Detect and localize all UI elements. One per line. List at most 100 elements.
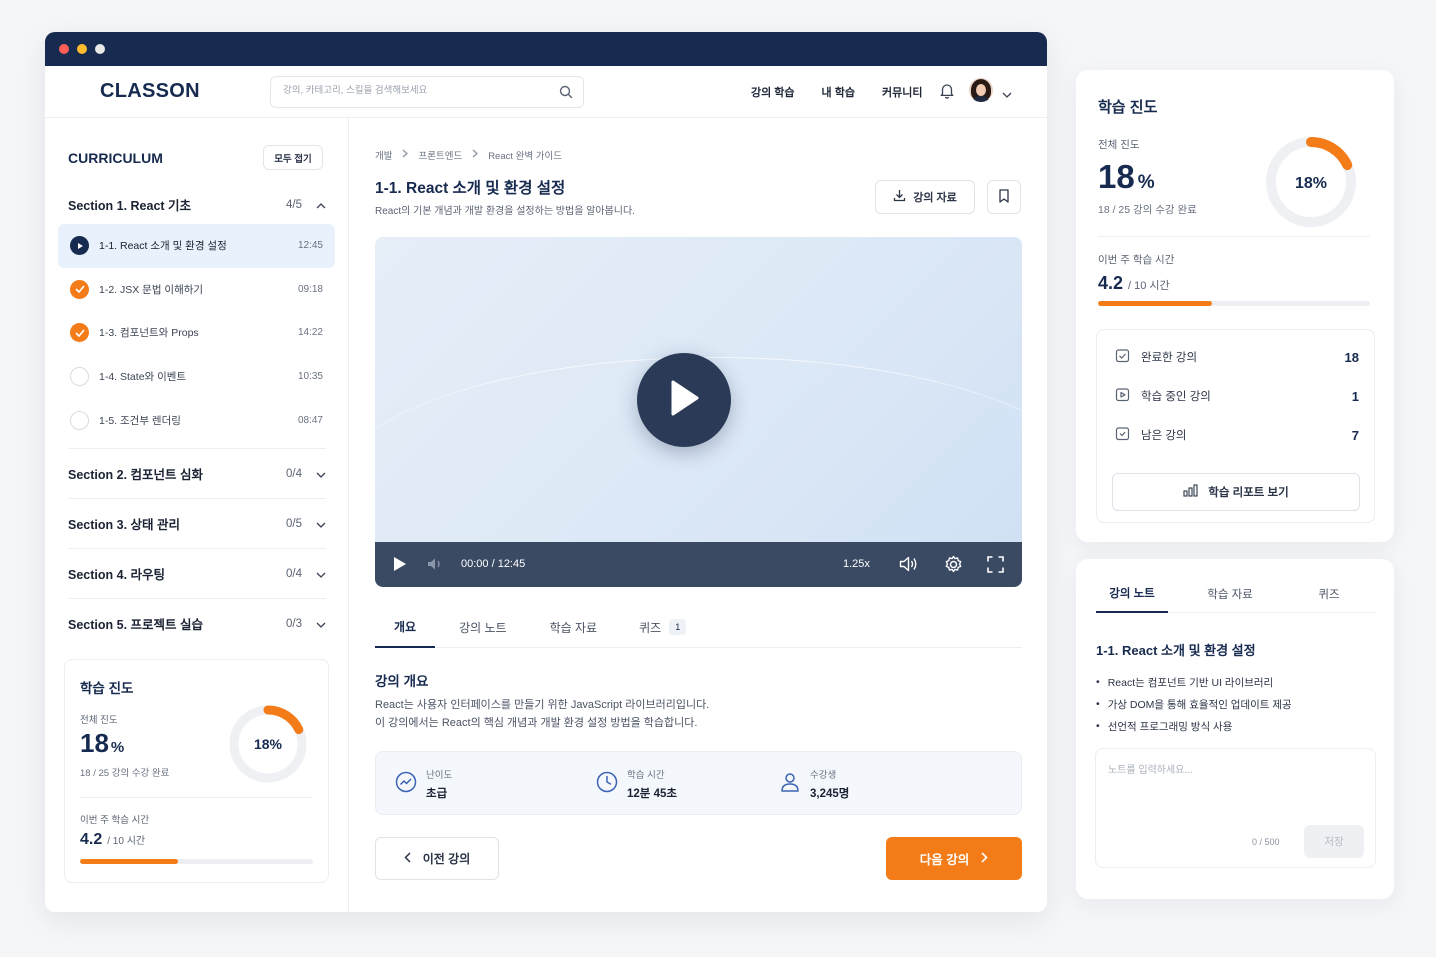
next-lesson-button[interactable]: 다음 강의 <box>886 837 1022 880</box>
play-icon[interactable] <box>393 556 407 577</box>
stat-value: 18 <box>1344 349 1359 365</box>
section-count: 0/4 <box>286 567 302 580</box>
section-header-4[interactable]: Section 4. 라우팅 0/4 <box>68 548 326 598</box>
clock-icon <box>596 771 618 798</box>
play-icon <box>667 379 701 422</box>
info-label: 난이도 <box>426 770 453 781</box>
app-window: CLASSON 강의 학습 내 학습 커뮤니티 CURRICULUM 모두 접기… <box>45 32 1047 912</box>
info-label: 학습 시간 <box>627 770 665 781</box>
lesson-item-1-3[interactable]: 1-3. 컴포넌트와 Props 14:22 <box>58 311 335 355</box>
minimize-window-dot[interactable] <box>77 44 87 54</box>
progress-donut: 18% <box>1266 137 1356 227</box>
fullscreen-icon[interactable] <box>987 556 1004 578</box>
stat-value: 1 <box>1351 388 1359 404</box>
video-player[interactable]: 00:00 / 12:45 1.25x <box>375 237 1022 587</box>
window-titlebar <box>45 32 1047 66</box>
nav-link-community[interactable]: 커뮤니티 <box>882 84 922 100</box>
lesson-title: 1-3. 컴포넌트와 Props <box>99 327 199 340</box>
info-duration: 학습 시간 12분 45초 <box>596 767 677 801</box>
note-char-count: 0 / 500 <box>1252 837 1280 847</box>
play-button[interactable] <box>637 353 731 447</box>
check-box-icon <box>1115 348 1130 366</box>
note-item: React는 컴포넌트 기반 UI 라이브러리 <box>1096 671 1292 693</box>
materials-button-label: 강의 자료 <box>913 192 957 204</box>
stat-completed: 완료한 강의 18 <box>1115 348 1359 366</box>
lesson-duration: 14:22 <box>297 327 323 339</box>
tab-materials[interactable]: 학습 자료 <box>1194 575 1266 613</box>
bar-chart-icon <box>1183 484 1198 500</box>
week-time-value: 4.2/ 10 시간 <box>80 831 146 848</box>
nav-link-my-learning[interactable]: 내 학습 <box>822 84 855 100</box>
note-item: 가상 DOM을 통해 효율적인 업데이트 제공 <box>1096 693 1292 715</box>
section-header-1[interactable]: Section 1. React 기초 4/5 <box>68 195 326 214</box>
next-lesson-label: 다음 강의 <box>919 853 970 867</box>
nav-link-courses[interactable]: 강의 학습 <box>751 84 795 100</box>
save-note-button[interactable]: 저장 <box>1304 825 1364 858</box>
stat-label: 학습 중인 강의 <box>1141 391 1211 403</box>
avatar[interactable] <box>969 78 993 102</box>
search-icon[interactable] <box>559 85 573 104</box>
lesson-duration: 12:45 <box>297 240 323 252</box>
view-report-button[interactable]: 학습 리포트 보기 <box>1112 473 1360 511</box>
note-editor: 0 / 500 저장 <box>1095 748 1376 868</box>
check-icon <box>70 323 89 343</box>
maximize-window-dot[interactable] <box>95 44 105 54</box>
gear-icon[interactable] <box>944 555 963 579</box>
section-header-3[interactable]: Section 3. 상태 관리 0/5 <box>68 498 326 548</box>
lesson-duration: 09:18 <box>297 283 323 295</box>
overview-text: React는 사용자 인터페이스를 만들기 위한 JavaScript 라이브러… <box>375 696 709 732</box>
notes-tabs: 강의 노트 학습 자료 퀴즈 <box>1096 575 1377 613</box>
breadcrumb-item[interactable]: React 완벽 가이드 <box>488 148 562 162</box>
search-bar <box>270 76 584 108</box>
overview-line: React는 사용자 인터페이스를 만들기 위한 JavaScript 라이브러… <box>375 699 710 711</box>
completed-lessons-text: 18 / 25 강의 수강 완료 <box>80 768 170 779</box>
tab-quiz[interactable]: 퀴즈 <box>1293 575 1365 613</box>
close-window-dot[interactable] <box>59 44 69 54</box>
lesson-item-1-2[interactable]: 1-2. JSX 문법 이해하기 09:18 <box>58 268 335 312</box>
progress-donut: 18% <box>229 705 307 783</box>
playback-speed[interactable]: 1.25x <box>843 558 870 570</box>
lesson-item-1-1[interactable]: 1-1. React 소개 및 환경 설정 12:45 <box>58 224 335 268</box>
note-item: 선언적 프로그래밍 방식 사용 <box>1096 715 1292 737</box>
tab-materials[interactable]: 학습 자료 <box>530 606 618 648</box>
notes-card: 강의 노트 학습 자료 퀴즈 1-1. React 소개 및 환경 설정 Rea… <box>1076 559 1394 899</box>
video-time: 00:00 / 12:45 <box>461 558 526 570</box>
info-value: 12분 45초 <box>627 788 677 800</box>
previous-lesson-label: 이전 강의 <box>422 852 471 866</box>
materials-button[interactable]: 강의 자료 <box>875 180 975 214</box>
week-time-bar <box>80 859 313 864</box>
download-icon <box>893 189 906 205</box>
info-label: 수강생 <box>810 770 837 781</box>
lesson-stats: 완료한 강의 18 학습 중인 강의 1 남은 강의 7 학습 리포트 보기 <box>1096 329 1375 523</box>
chevron-down-icon[interactable] <box>1002 85 1012 103</box>
chevron-right-icon <box>472 149 479 161</box>
search-input[interactable] <box>283 85 553 96</box>
volume-icon[interactable] <box>899 555 919 578</box>
volume-icon[interactable] <box>427 557 444 576</box>
breadcrumb-item[interactable]: 프론트엔드 <box>418 148 462 162</box>
tab-quiz[interactable]: 퀴즈 1 <box>617 606 708 648</box>
section-header-2[interactable]: Section 2. 컴포넌트 심화 0/4 <box>68 448 326 498</box>
section-header-5[interactable]: Section 5. 프로젝트 실습 0/3 <box>68 598 326 648</box>
collapse-all-button[interactable]: 모두 접기 <box>263 145 323 170</box>
lesson-item-1-4[interactable]: 1-4. State와 이벤트 10:35 <box>58 355 335 399</box>
lesson-tabs: 개요 강의 노트 학습 자료 퀴즈 1 <box>375 606 1022 648</box>
info-students: 수강생 3,245명 <box>779 767 849 801</box>
difficulty-icon <box>395 771 417 798</box>
lesson-item-1-5[interactable]: 1-5. 조건부 렌더링 08:47 <box>58 398 335 442</box>
bell-icon[interactable] <box>939 82 955 104</box>
logo[interactable]: CLASSON <box>100 80 200 103</box>
lesson-title: 1-2. JSX 문법 이해하기 <box>99 283 204 296</box>
tab-notes[interactable]: 강의 노트 <box>1096 575 1168 613</box>
lesson-list: 1-1. React 소개 및 환경 설정 12:45 1-2. JSX 문법 … <box>58 224 335 442</box>
check-icon <box>70 279 89 299</box>
previous-lesson-button[interactable]: 이전 강의 <box>375 837 499 880</box>
breadcrumb-item[interactable]: 개발 <box>375 148 392 162</box>
section-label: Section 1. React 기초 <box>68 199 192 213</box>
tab-overview[interactable]: 개요 <box>375 606 436 648</box>
tab-lecture-notes[interactable]: 강의 노트 <box>435 606 530 648</box>
note-input[interactable] <box>1108 761 1363 821</box>
info-value: 초급 <box>426 788 448 800</box>
bookmark-button[interactable] <box>987 180 1021 214</box>
top-navigation: CLASSON 강의 학습 내 학습 커뮤니티 <box>45 66 1047 118</box>
